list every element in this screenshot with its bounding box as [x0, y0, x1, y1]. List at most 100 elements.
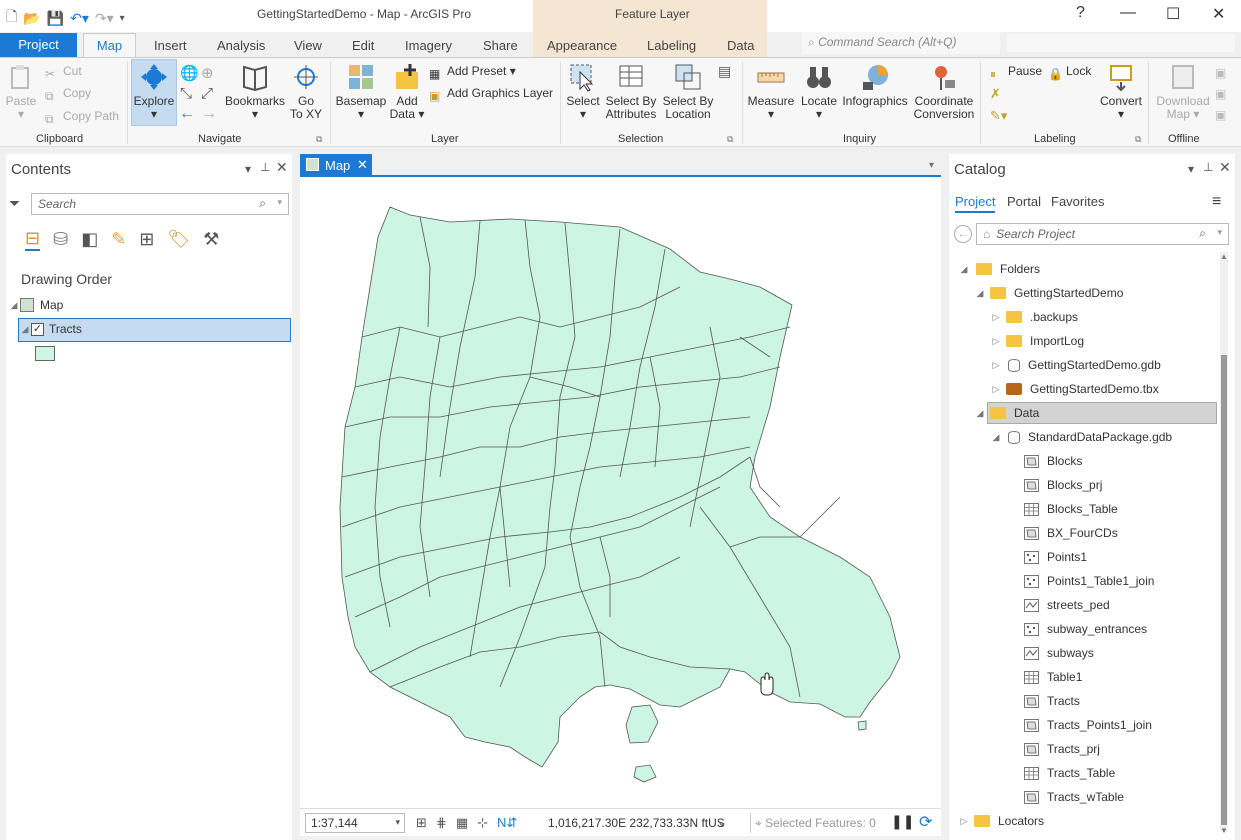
label-options-icon[interactable]: ✎▾	[990, 108, 1007, 124]
catalog-gdb-item[interactable]: BX_FourCDs	[1024, 526, 1118, 540]
refresh-icon[interactable]: ⟳	[919, 812, 932, 832]
tracts-map[interactable]	[300, 177, 941, 808]
infographics-button[interactable]: Infographics	[841, 62, 909, 108]
open-project-icon[interactable]: 📂	[23, 10, 40, 27]
pause-labeling-button[interactable]: ⏸Pause	[990, 65, 1042, 82]
fixed-zoom-out-icon[interactable]: ⤢	[201, 85, 213, 102]
paste-button[interactable]: Paste▾	[5, 62, 37, 121]
contents-search-input[interactable]: Search⌕▾	[31, 193, 289, 215]
catalog-importlog[interactable]: ▷ImportLog	[990, 334, 1084, 348]
close-panel-icon[interactable]: ✕	[276, 159, 288, 176]
panel-menu-icon[interactable]: ▾	[245, 162, 251, 176]
catalog-data-folder[interactable]: ◢Data	[974, 406, 1039, 420]
tab-map[interactable]: Map	[83, 33, 136, 58]
catalog-search-input[interactable]: ⌂Search Project⌕▾	[976, 223, 1229, 245]
maximize-icon[interactable]: ☐	[1166, 4, 1180, 24]
full-extent-icon[interactable]: 🌐	[180, 64, 199, 82]
catalog-locators[interactable]: ▷Locators	[958, 814, 1044, 828]
tab-appearance[interactable]: Appearance	[547, 38, 617, 53]
catalog-gdb-item[interactable]: Blocks	[1024, 454, 1082, 468]
constraints-icon[interactable]: ⊹	[477, 815, 488, 831]
copy-path-button[interactable]: ⧉Copy Path	[45, 110, 119, 127]
zoom-to-selection-icon[interactable]: ⊕	[201, 64, 214, 82]
scroll-down-icon[interactable]: ▼	[1220, 826, 1228, 835]
snapping-icon[interactable]: ⋕	[436, 815, 447, 831]
tab-analysis[interactable]: Analysis	[217, 38, 265, 53]
add-data-button[interactable]: AddData ▾	[389, 62, 425, 121]
back-icon[interactable]: ←	[954, 225, 972, 243]
dialog-launcher-icon[interactable]: ⧉	[727, 134, 733, 145]
bookmarks-button[interactable]: Bookmarks▾	[224, 62, 286, 121]
map-view-tab[interactable]: Map ✕	[300, 154, 372, 176]
tree-item-tracts[interactable]: ◢✓Tracts	[19, 322, 82, 336]
lock-labeling-button[interactable]: 🔒Lock	[1048, 65, 1091, 82]
scale-selector[interactable]: 1:37,144▾	[305, 813, 405, 833]
view-unplaced-icon[interactable]: ✗	[990, 86, 1001, 102]
tab-labeling[interactable]: Labeling	[647, 38, 696, 53]
coordinate-format-dropdown[interactable]: ⌄	[717, 815, 727, 829]
list-by-perspective-icon[interactable]: ⚒	[203, 229, 219, 250]
home-icon[interactable]: ⌂	[983, 227, 990, 241]
catalog-gdb-item[interactable]: Tracts_wTable	[1024, 790, 1124, 804]
undo-icon[interactable]: ↶▾	[70, 10, 89, 27]
tab-share[interactable]: Share	[483, 38, 518, 53]
command-search-input[interactable]: ⌕ Command Search (Alt+Q)	[802, 32, 1000, 54]
tab-view[interactable]: View	[294, 38, 322, 53]
tab-edit[interactable]: Edit	[352, 38, 374, 53]
catalog-gdb-item[interactable]: Blocks_Table	[1024, 502, 1118, 516]
catalog-project-gdb[interactable]: ▷GettingStartedDemo.gdb	[990, 358, 1161, 372]
scroll-up-icon[interactable]: ▲	[1220, 252, 1228, 261]
catalog-tab-portal[interactable]: Portal	[1007, 194, 1041, 209]
selected-features-indicator[interactable]: ⌖ Selected Features: 0	[755, 816, 876, 831]
convert-button[interactable]: Convert▾	[1098, 62, 1144, 121]
basemap-button[interactable]: Basemap▾	[335, 62, 387, 121]
catalog-gdb-item[interactable]: Tracts_Points1_join	[1024, 718, 1152, 732]
select-by-location-button[interactable]: Select ByLocation	[661, 62, 715, 121]
tab-imagery[interactable]: Imagery	[405, 38, 452, 53]
pin-icon[interactable]: ⊥	[1203, 160, 1213, 174]
locate-button[interactable]: Locate▾	[799, 62, 839, 121]
map-units-icon[interactable]: ⊞	[416, 815, 427, 831]
list-by-source-icon[interactable]: ⛁	[53, 229, 68, 250]
catalog-gdb-item[interactable]: subway_entrances	[1024, 622, 1147, 636]
list-by-selection-icon[interactable]: ◧	[81, 229, 98, 250]
next-extent-icon[interactable]: →	[201, 105, 217, 123]
measure-button[interactable]: Measure▾	[746, 62, 796, 121]
fixed-zoom-in-icon[interactable]: ⤡	[180, 85, 192, 102]
dialog-launcher-icon[interactable]: ⧉	[316, 134, 322, 145]
layer-symbol-swatch[interactable]	[35, 346, 55, 361]
pause-drawing-icon[interactable]: ❚❚	[891, 813, 914, 830]
catalog-gdb-item[interactable]: Tracts	[1024, 694, 1080, 708]
coordinate-conversion-button[interactable]: CoordinateConversion	[912, 62, 976, 121]
minimize-icon[interactable]: —	[1120, 4, 1136, 22]
download-map-button[interactable]: DownloadMap ▾	[1153, 62, 1213, 121]
tab-project[interactable]: Project	[0, 33, 77, 57]
catalog-backups[interactable]: ▷.backups	[990, 310, 1078, 324]
cut-button[interactable]: ✂Cut	[45, 65, 82, 82]
dialog-launcher-icon[interactable]: ⧉	[1135, 134, 1141, 145]
catalog-gdb-item[interactable]: Points1	[1024, 550, 1087, 564]
sign-in-area[interactable]	[1007, 34, 1235, 52]
catalog-scroll-thumb[interactable]	[1221, 355, 1227, 825]
close-panel-icon[interactable]: ✕	[1219, 159, 1231, 176]
catalog-project-tbx[interactable]: ▷GettingStartedDemo.tbx	[990, 382, 1159, 396]
list-by-editing-icon[interactable]: ✎	[111, 229, 126, 250]
catalog-folders[interactable]: ◢Folders	[958, 262, 1040, 276]
catalog-gdb-item[interactable]: Blocks_prj	[1024, 478, 1102, 492]
grid-icon[interactable]: ▦	[456, 815, 468, 831]
catalog-gdb-item[interactable]: subways	[1024, 646, 1094, 660]
panel-menu-icon[interactable]: ▾	[1188, 162, 1194, 176]
catalog-project-folder[interactable]: ◢GettingStartedDemo	[974, 286, 1123, 300]
copy-button[interactable]: ⧉Copy	[45, 87, 91, 104]
add-graphics-layer-button[interactable]: ▣Add Graphics Layer	[429, 87, 553, 104]
close-icon[interactable]: ✕	[1212, 4, 1225, 24]
list-by-drawing-order-icon[interactable]: ⊟	[25, 228, 40, 251]
redo-icon[interactable]: ↷▾	[95, 10, 114, 27]
attribute-table-icon[interactable]: ▤	[718, 63, 731, 80]
list-by-snapping-icon[interactable]: ⊞	[139, 229, 154, 250]
explore-button[interactable]: Explore▾	[132, 62, 176, 121]
select-by-attributes-button[interactable]: Select ByAttributes	[603, 62, 659, 121]
add-preset-button[interactable]: ▦Add Preset ▾	[429, 65, 516, 82]
hamburger-menu-icon[interactable]: ≡	[1212, 193, 1221, 211]
catalog-tab-project[interactable]: Project	[955, 194, 995, 213]
